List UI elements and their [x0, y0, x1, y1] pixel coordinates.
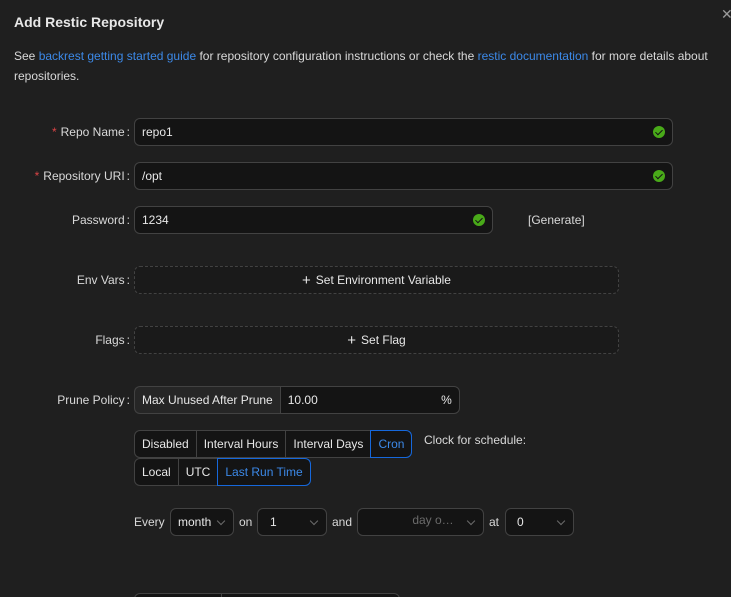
cron-weekday-select[interactable]: day o… [357, 508, 484, 536]
intro-text: See backrest getting started guide for r… [14, 46, 719, 86]
getting-started-link[interactable]: backrest getting started guide [39, 49, 196, 63]
set-flag-label: Set Flag [361, 333, 406, 347]
chevron-down-icon [216, 516, 226, 526]
plus-icon: + [302, 272, 311, 289]
clock-selector: Local UTC Last Run Time [134, 458, 311, 486]
intro-see: See [14, 49, 39, 63]
schedule-interval-days-option[interactable]: Interval Days [285, 430, 372, 458]
next-field-partial [134, 593, 400, 597]
schedule-interval-hours-option[interactable]: Interval Hours [195, 430, 287, 458]
set-env-var-label: Set Environment Variable [315, 273, 451, 287]
prune-policy-group: Max Unused After Prune 10.00 % [134, 386, 460, 414]
password-label: Password: [71, 213, 130, 227]
generate-password-button[interactable]: [Generate] [528, 213, 585, 227]
prune-policy-label: Prune Policy: [57, 393, 130, 407]
modal-title: Add Restic Repository [14, 14, 165, 30]
clock-local-option[interactable]: Local [134, 458, 179, 486]
repo-uri-label: * Repository URI: [34, 169, 130, 183]
schedule-disabled-option[interactable]: Disabled [134, 430, 197, 458]
set-flag-button[interactable]: + Set Flag [134, 326, 619, 354]
clock-label: Clock for schedule: [424, 433, 527, 447]
repo-uri-input[interactable]: /opt [134, 162, 673, 190]
repo-name-input[interactable]: repo1 [134, 118, 673, 146]
password-value: 1234 [142, 213, 169, 227]
schedule-mode-selector: Disabled Interval Hours Interval Days Cr… [134, 430, 413, 458]
cron-hour-value: 0 [517, 515, 524, 529]
cron-hour-select[interactable]: 0 [505, 508, 574, 536]
schedule-cron-option[interactable]: Cron [370, 430, 413, 458]
cron-every-text: Every [134, 515, 165, 529]
cron-day-value: 1 [270, 515, 277, 529]
percent-unit: % [441, 393, 452, 407]
check-circle-icon [653, 170, 665, 182]
repo-uri-value: /opt [142, 169, 163, 183]
close-icon[interactable]: ✕ [721, 7, 731, 21]
flags-label: Flags: [95, 333, 130, 347]
env-vars-label: Env Vars: [76, 273, 130, 287]
cron-period-select[interactable]: month [170, 508, 234, 536]
max-unused-value: 10.00 [287, 393, 318, 407]
cron-on-text: on [239, 515, 253, 529]
cron-and-text: and [332, 515, 353, 529]
cron-at-text: at [489, 515, 500, 529]
intro-mid: for repository configuration instruction… [196, 49, 478, 63]
chevron-down-icon [466, 516, 476, 526]
cron-period-value: month [178, 515, 212, 529]
restic-docs-link[interactable]: restic documentation [478, 49, 589, 63]
repo-name-label: * Repo Name: [51, 125, 130, 139]
password-input[interactable]: 1234 [134, 206, 493, 234]
clock-utc-option[interactable]: UTC [177, 458, 219, 486]
set-env-var-button[interactable]: + Set Environment Variable [134, 266, 619, 294]
repo-name-value: repo1 [142, 125, 173, 139]
cron-weekday-placeholder: day o… [412, 513, 454, 527]
check-circle-icon [473, 214, 485, 226]
check-circle-icon [653, 126, 665, 138]
chevron-down-icon [556, 516, 566, 526]
cron-day-select[interactable]: 1 [257, 508, 327, 536]
prune-addon: Max Unused After Prune [134, 386, 280, 414]
clock-last-run-option[interactable]: Last Run Time [217, 458, 311, 486]
plus-icon: + [347, 332, 357, 349]
chevron-down-icon [309, 516, 319, 526]
max-unused-input[interactable]: 10.00 % [279, 386, 460, 414]
